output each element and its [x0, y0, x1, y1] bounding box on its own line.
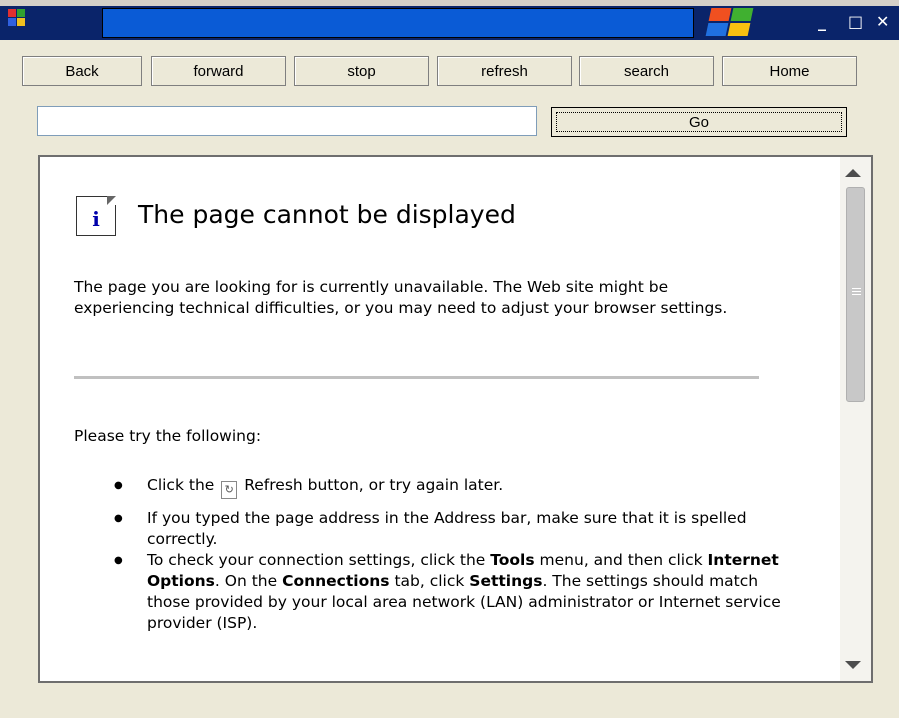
- go-button[interactable]: Go: [551, 107, 847, 137]
- error-description: The page you are looking for is currentl…: [74, 278, 728, 317]
- scroll-thumb[interactable]: [846, 187, 865, 402]
- list-item: Click the ↻ Refresh button, or try again…: [114, 475, 804, 499]
- refresh-icon: ↻: [221, 481, 238, 499]
- close-button[interactable]: ✕: [876, 13, 889, 31]
- list-item: To check your connection settings, click…: [114, 550, 804, 634]
- address-input[interactable]: [37, 106, 537, 136]
- suggestions-label: Please try the following:: [74, 427, 262, 445]
- taskbar-strip: [0, 0, 899, 6]
- info-icon: i: [76, 196, 116, 236]
- browser-view[interactable]: i The page cannot be displayed The page …: [38, 155, 873, 683]
- minimize-button[interactable]: _: [818, 13, 826, 31]
- list-item: If you typed the page address in the Add…: [114, 508, 804, 550]
- search-button[interactable]: search: [579, 56, 714, 86]
- windows-logo-icon: [700, 6, 754, 38]
- vertical-scrollbar[interactable]: [840, 157, 871, 681]
- refresh-button[interactable]: refresh: [437, 56, 572, 86]
- suggestions-list: Click the ↻ Refresh button, or try again…: [74, 475, 804, 643]
- go-button-label: Go: [688, 113, 709, 131]
- back-button[interactable]: Back: [22, 56, 142, 86]
- scroll-up-icon[interactable]: [845, 169, 861, 177]
- connections-text: Connections: [282, 572, 390, 590]
- tools-menu-text: Tools: [490, 551, 535, 569]
- app-icon[interactable]: [8, 9, 26, 27]
- page-title: The page cannot be displayed: [138, 200, 516, 229]
- home-button[interactable]: Home: [722, 56, 857, 86]
- forward-button[interactable]: forward: [151, 56, 286, 86]
- grip-icon: [852, 288, 861, 295]
- divider: [74, 376, 759, 379]
- scroll-down-icon[interactable]: [845, 661, 861, 669]
- settings-text: Settings: [469, 572, 543, 590]
- info-glyph: i: [92, 207, 100, 231]
- error-page: i The page cannot be displayed The page …: [40, 157, 840, 681]
- window-title-field: [102, 8, 694, 38]
- maximize-button[interactable]: □: [848, 13, 863, 31]
- page-fold: [107, 196, 116, 205]
- stop-button[interactable]: stop: [294, 56, 429, 86]
